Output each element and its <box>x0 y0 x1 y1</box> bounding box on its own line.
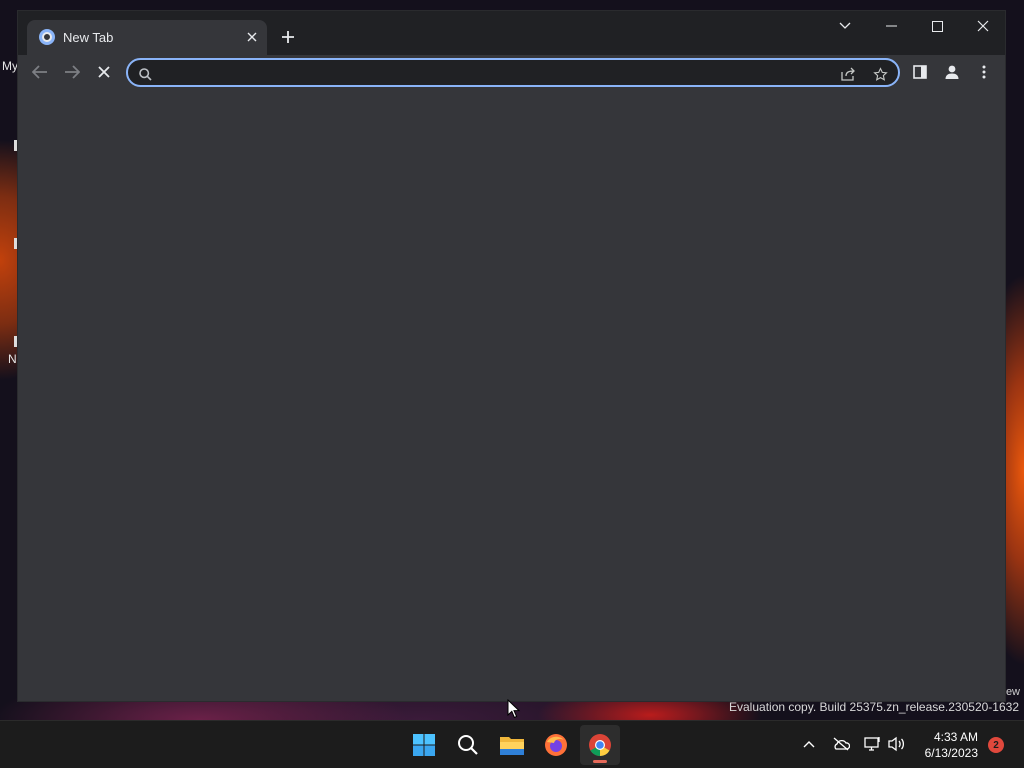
notification-badge[interactable]: 2 <box>988 737 1004 753</box>
browser-window: New Tab <box>17 10 1006 702</box>
file-explorer-button[interactable] <box>492 725 532 765</box>
minimize-button[interactable] <box>868 11 914 41</box>
clock[interactable]: 4:33 AM 6/13/2023 <box>925 729 978 761</box>
maximize-icon <box>931 20 943 32</box>
active-app-indicator <box>593 760 607 763</box>
volume-icon <box>888 736 905 752</box>
onedrive-button[interactable] <box>830 733 852 755</box>
profile-icon <box>945 65 959 79</box>
search-icon <box>135 64 155 84</box>
taskbar-search-button[interactable] <box>448 725 488 765</box>
chrome-icon <box>589 734 611 756</box>
address-bar[interactable] <box>126 58 900 87</box>
network-button[interactable] <box>862 733 884 755</box>
stop-button[interactable] <box>90 58 118 86</box>
arrow-left-icon <box>32 65 47 79</box>
arrow-right-icon <box>65 65 80 79</box>
stop-icon <box>98 66 110 78</box>
maximize-button[interactable] <box>914 11 960 41</box>
clock-date: 6/13/2023 <box>924 746 978 760</box>
close-icon <box>977 20 989 32</box>
tab-search-button[interactable] <box>822 11 868 41</box>
taskbar: 4:33 AM 6/13/2023 2 <box>0 720 1024 768</box>
desktop-icon-label[interactable]: My <box>2 59 18 73</box>
close-window-button[interactable] <box>960 11 1006 41</box>
mouse-cursor-icon <box>507 699 521 719</box>
show-hidden-icons-button[interactable] <box>798 733 820 755</box>
star-icon[interactable] <box>870 64 890 84</box>
windows-start-icon <box>413 734 435 756</box>
chevron-down-icon <box>839 22 851 29</box>
toolbar <box>18 55 1005 89</box>
chrome-newtab-icon <box>39 29 55 45</box>
onedrive-offline-icon <box>833 737 850 751</box>
tab-new-tab[interactable]: New Tab <box>27 20 267 55</box>
share-icon[interactable] <box>838 64 858 84</box>
side-panel-button[interactable] <box>906 58 934 86</box>
network-icon <box>864 737 880 751</box>
kebab-menu-icon <box>982 65 986 79</box>
tab-title: New Tab <box>63 30 114 45</box>
search-icon <box>458 735 478 755</box>
volume-button[interactable] <box>886 733 908 755</box>
chevron-up-icon <box>803 741 815 748</box>
profile-button[interactable] <box>938 58 966 86</box>
close-icon[interactable] <box>243 28 261 46</box>
address-input[interactable] <box>162 63 822 83</box>
clock-time: 4:33 AM <box>933 730 978 744</box>
file-explorer-icon <box>500 737 524 755</box>
plus-icon <box>282 31 294 43</box>
new-tab-button[interactable] <box>276 25 300 49</box>
watermark-fragment: ew <box>1005 686 1020 698</box>
title-bar: New Tab <box>18 11 1005 55</box>
menu-button[interactable] <box>970 58 998 86</box>
minimize-icon <box>885 25 897 27</box>
start-button[interactable] <box>404 725 444 765</box>
forward-button[interactable] <box>58 58 86 86</box>
desktop-icon-label[interactable]: N <box>8 352 17 366</box>
evaluation-watermark: Evaluation copy. Build 25375.zn_release.… <box>729 700 1019 714</box>
chrome-button[interactable] <box>580 725 620 765</box>
side-panel-icon <box>913 65 927 79</box>
firefox-button[interactable] <box>536 725 576 765</box>
page-content <box>18 90 1005 701</box>
firefox-icon <box>545 734 567 756</box>
back-button[interactable] <box>26 58 54 86</box>
